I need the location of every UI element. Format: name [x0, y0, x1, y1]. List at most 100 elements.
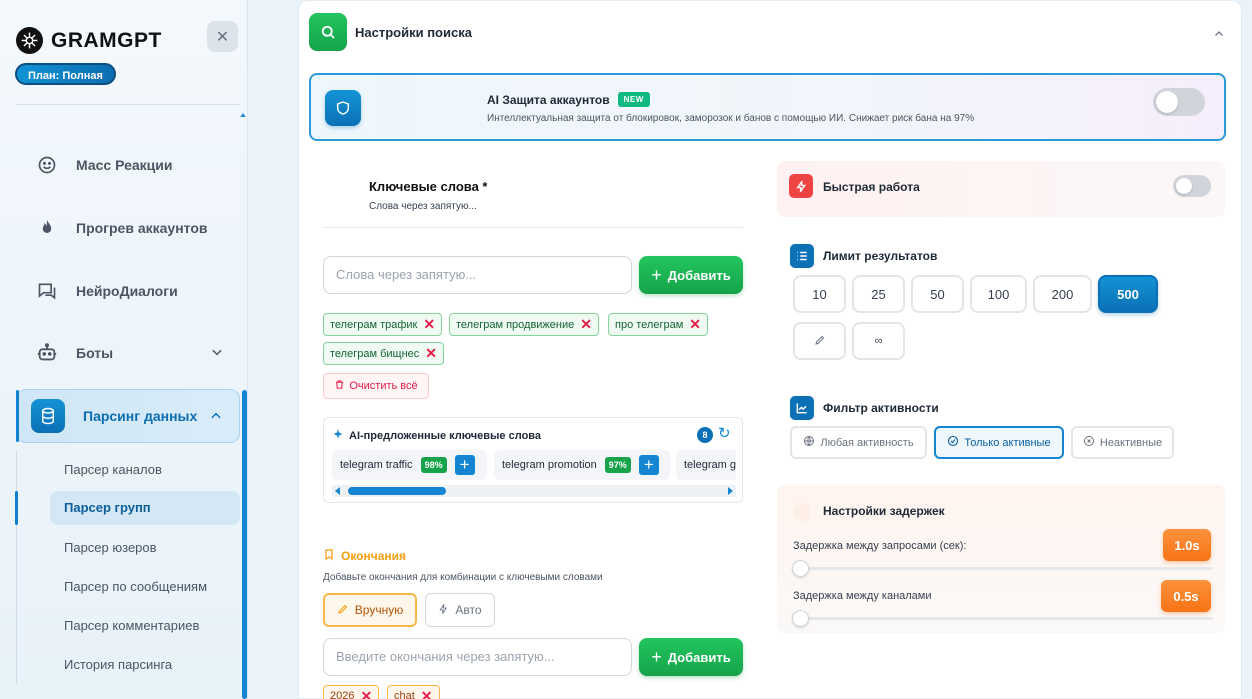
limit-option-10[interactable]: 10 — [793, 275, 846, 313]
auto-mode-button[interactable]: Авто — [425, 593, 495, 627]
add-keywords-button[interactable]: + Добавить — [639, 256, 743, 294]
request-delay-value: 1.0s — [1163, 529, 1211, 561]
robot-icon — [36, 342, 58, 364]
ai-suggestions-label: AI-предложенные ключевые слова — [349, 429, 542, 442]
sidebar-item-neurodialogs[interactable]: НейроДиалоги — [16, 269, 240, 313]
activity-option-any[interactable]: Любая активность — [790, 426, 927, 459]
activity-option-label: Любая активность — [820, 436, 914, 449]
close-sidebar-button[interactable]: ✕ — [207, 21, 238, 52]
active-indicator — [16, 390, 19, 442]
remove-tag-icon[interactable]: ✕ — [580, 316, 592, 333]
custom-limit-button[interactable] — [793, 322, 846, 360]
suggestion-text: telegram promotion — [502, 459, 597, 471]
suggestion-item: telegram promotion 97% + — [494, 450, 670, 480]
activity-option-label: Только активные — [964, 436, 1051, 449]
sidebar-scrollbar[interactable] — [242, 390, 247, 699]
add-endings-button[interactable]: + Добавить — [639, 638, 743, 676]
subitem-active-indicator — [15, 491, 18, 525]
refresh-icon[interactable]: ↻ — [718, 424, 731, 442]
activity-filter-label: Фильтр активности — [823, 401, 939, 415]
remove-tag-icon[interactable]: ✕ — [360, 688, 372, 699]
collapse-chevron-icon[interactable] — [1213, 27, 1225, 45]
clear-all-button[interactable]: Очистить всё — [323, 373, 429, 399]
check-circle-icon — [947, 435, 959, 450]
limit-option-50[interactable]: 50 — [911, 275, 964, 313]
request-delay-slider[interactable] — [792, 560, 1213, 577]
unlimited-button[interactable]: ∞ — [852, 322, 905, 360]
suggestions-count: 8 — [697, 427, 713, 443]
database-icon — [31, 399, 65, 433]
relevance-badge: 98% — [420, 457, 447, 473]
keywords-input[interactable]: Слова через запятую... — [323, 256, 632, 294]
sidebar-item-bots[interactable]: Боты — [16, 331, 240, 375]
fast-mode-toggle[interactable] — [1173, 175, 1211, 197]
search-settings-panel: Настройки поиска AI Защита аккаунтов NEW… — [298, 0, 1242, 699]
list-icon — [790, 244, 814, 268]
ai-protection-title: AI Защита аккаунтов NEW — [487, 92, 650, 107]
endings-label: Окончания — [341, 549, 407, 563]
sidebar-item-data-parsing[interactable]: Парсинг данных — [16, 389, 240, 443]
suggestions-scrollbar[interactable] — [332, 485, 736, 497]
sidebar-subitem-messages[interactable]: Парсер по сообщениям — [17, 567, 240, 606]
sparkle-icon — [332, 428, 344, 443]
add-suggestion-button[interactable]: + — [454, 455, 475, 475]
sidebar-subitem-channels[interactable]: Парсер каналов — [17, 450, 240, 489]
sidebar-subitem-history[interactable]: История парсинга — [17, 645, 240, 684]
brand-name: GRAMGPT — [51, 28, 162, 52]
bookmark-icon — [323, 548, 335, 564]
sidebar-item-label: Парсинг данных — [83, 408, 198, 424]
tag-label: про телеграм — [615, 318, 684, 331]
scroll-left-icon[interactable] — [335, 487, 340, 495]
logo-icon — [16, 27, 43, 54]
search-icon — [309, 13, 347, 51]
tag-label: 2026 — [330, 690, 355, 699]
smile-icon — [36, 154, 58, 176]
new-badge: NEW — [617, 92, 650, 107]
scroll-up-icon[interactable] — [240, 113, 246, 117]
sidebar-item-warmup[interactable]: Прогрев аккаунтов — [16, 206, 240, 250]
sidebar-divider — [16, 104, 240, 105]
sidebar-subitem-users[interactable]: Парсер юзеров — [17, 528, 240, 567]
activity-option-inactive[interactable]: Неактивные — [1071, 426, 1174, 459]
remove-tag-icon[interactable]: ✕ — [689, 316, 701, 333]
remove-tag-icon[interactable]: ✕ — [423, 316, 435, 333]
plus-icon: + — [651, 646, 662, 667]
add-suggestion-button[interactable]: + — [638, 455, 659, 475]
add-button-label: Добавить — [667, 649, 731, 665]
endings-input[interactable]: Введите окончания через запятую... — [323, 638, 632, 676]
panel-header[interactable]: Настройки поиска — [309, 13, 472, 51]
panel-title: Настройки поиска — [355, 24, 472, 40]
sidebar-item-label: Масс Реакции — [76, 157, 173, 173]
tag-label: chat — [394, 690, 415, 699]
sidebar-item-label: Прогрев аккаунтов — [76, 220, 208, 236]
remove-tag-icon[interactable]: ✕ — [421, 688, 433, 699]
limit-option-200[interactable]: 200 — [1033, 275, 1092, 313]
fast-mode-card: Быстрая работа — [777, 161, 1225, 217]
scroll-right-icon[interactable] — [728, 487, 733, 495]
manual-mode-button[interactable]: Вручную — [323, 593, 417, 627]
ai-suggestions-title: AI-предложенные ключевые слова — [332, 428, 541, 443]
parsing-submenu: Парсер каналов Парсер групп Парсер юзеро… — [16, 450, 240, 684]
trash-icon — [334, 379, 345, 393]
activity-option-active[interactable]: Только активные — [934, 426, 1064, 459]
lightning-icon — [438, 603, 449, 618]
ai-protection-toggle[interactable] — [1153, 88, 1205, 116]
keywords-subtitle: Слова через запятую... — [369, 201, 477, 212]
sidebar-subitem-comments[interactable]: Парсер комментариев — [17, 606, 240, 645]
pencil-icon — [814, 334, 826, 349]
limit-option-500[interactable]: 500 — [1098, 275, 1158, 313]
sidebar-subitem-groups[interactable]: Парсер групп — [50, 491, 240, 525]
ai-suggestions-box: AI-предложенные ключевые слова 8 ↻ teleg… — [323, 417, 743, 503]
limit-option-100[interactable]: 100 — [970, 275, 1027, 313]
sidebar-item-mass-reactions[interactable]: Масс Реакции — [16, 143, 240, 187]
remove-tag-icon[interactable]: ✕ — [425, 345, 437, 362]
chevron-down-icon — [210, 345, 224, 362]
slider-knob[interactable] — [792, 610, 809, 627]
ending-tag: 2026 ✕ — [323, 685, 380, 699]
limit-option-25[interactable]: 25 — [852, 275, 905, 313]
auto-mode-label: Авто — [455, 603, 482, 617]
channel-delay-slider[interactable] — [792, 610, 1213, 627]
slider-knob[interactable] — [792, 560, 809, 577]
scrollbar-thumb[interactable] — [348, 487, 446, 495]
pencil-icon — [337, 603, 349, 618]
